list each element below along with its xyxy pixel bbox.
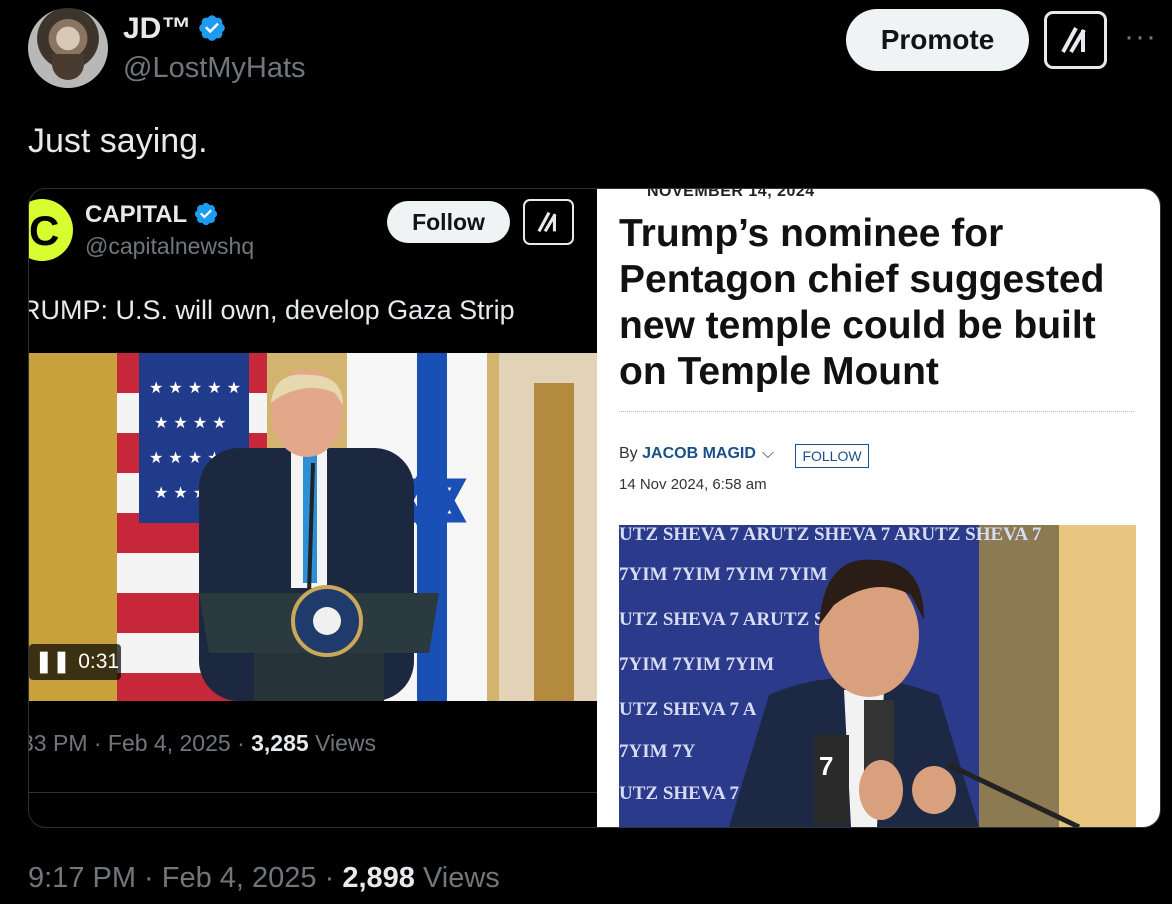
svg-text:7YIM 7Y: 7YIM 7Y — [619, 741, 696, 762]
grok-icon — [1060, 27, 1086, 54]
pause-icon: ❚❚ — [35, 650, 71, 673]
article-photo: UTZ SHEVA 7 ARUTZ SHEVA 7 ARUTZ SHEVA 7 … — [619, 525, 1136, 827]
author-name[interactable]: JD™ — [123, 12, 191, 45]
article-screenshot[interactable]: NOVEMBER 14, 2024 Trump’s nominee for Pe… — [597, 189, 1160, 827]
article-photo-scene: UTZ SHEVA 7 ARUTZ SHEVA 7 ARUTZ SHEVA 7 … — [619, 525, 1136, 827]
chevron-down-icon: ⌵ — [761, 445, 775, 462]
quoted-tweet-screenshot[interactable]: CAPITAL @capitalnewshq Follow RUMP: U.S.… — [29, 189, 597, 827]
svg-text:7YIM 7YIM 7YIM: 7YIM 7YIM 7YIM — [619, 654, 774, 675]
quoted-tweet-meta: 33 PM · Feb 4, 2025 · 3,285 Views — [28, 730, 377, 757]
svg-text:7: 7 — [819, 751, 833, 781]
tweet-text: Just saying. — [28, 122, 208, 160]
article-follow-button: FOLLOW — [795, 444, 869, 468]
svg-text:UTZ SHEVA 7 A: UTZ SHEVA 7 A — [619, 699, 757, 720]
grok-icon — [537, 211, 557, 233]
article-author: JACOB MAGID — [642, 445, 756, 462]
tweet-timestamp[interactable]: 9:17 PM · Feb 4, 2025 · — [28, 862, 342, 894]
tweet-footer: 9:17 PM · Feb 4, 2025 · 2,898 Views — [28, 862, 500, 895]
svg-text:★ ★ ★ ★ ★: ★ ★ ★ ★ ★ — [149, 378, 241, 397]
tweet-media[interactable]: CAPITAL @capitalnewshq Follow RUMP: U.S.… — [28, 188, 1161, 828]
article-date-top: NOVEMBER 14, 2024 — [647, 188, 815, 200]
quoted-tweet-time: 33 PM · Feb 4, 2025 · — [28, 730, 252, 756]
divider — [619, 411, 1134, 412]
tweet-views-count: 2,898 — [342, 862, 415, 894]
author-avatar[interactable] — [28, 8, 108, 88]
svg-text:UTZ SHEVA 7 ARUTZ SHEVA 7 AR: UTZ SHEVA 7 ARUTZ SHEVA 7 ARUTZ SHEVA 7 — [619, 525, 1042, 545]
svg-text:UTZ SHEVA 7: UTZ SHEVA 7 — [619, 783, 740, 804]
byline-label: By — [619, 445, 643, 462]
capital-logo — [29, 199, 73, 261]
tweet-views-label: Views — [414, 862, 500, 894]
svg-text:★ ★ ★ ★: ★ ★ ★ ★ — [154, 413, 227, 432]
capital-handle: @capitalnewshq — [85, 233, 255, 259]
promote-button[interactable]: Promote — [846, 9, 1029, 71]
author-handle[interactable]: @LostMyHats — [123, 52, 306, 85]
capital-name: CAPITAL — [85, 201, 188, 228]
capital-name-row: CAPITAL — [85, 201, 219, 229]
quoted-views-count: 3,285 — [251, 730, 309, 756]
more-icon[interactable]: ··· — [1124, 20, 1157, 54]
article-pub-date: 14 Nov 2024, 6:58 am — [619, 476, 767, 493]
author-name-row[interactable]: JD™ — [123, 12, 227, 46]
article-byline: By JACOB MAGID ⌵ — [619, 445, 774, 463]
follow-button: Follow — [387, 201, 510, 243]
divider — [29, 792, 597, 793]
grok-button[interactable] — [1044, 11, 1107, 69]
quoted-views-label: Views — [308, 730, 377, 756]
svg-text:7YIM 7YIM 7YIM 7YIM: 7YIM 7YIM 7YIM 7YIM — [619, 564, 828, 585]
video-time: 0:31 — [78, 650, 120, 673]
grok-icon-small — [523, 199, 574, 245]
article-headline: Trump’s nominee for Pentagon chief sugge… — [619, 212, 1105, 393]
video-time-badge: ❚❚ 0:31 — [29, 644, 121, 680]
verified-badge-icon — [195, 202, 218, 226]
quoted-tweet-text: RUMP: U.S. will own, develop Gaza Strip — [28, 295, 515, 325]
verified-badge-icon — [199, 15, 226, 41]
